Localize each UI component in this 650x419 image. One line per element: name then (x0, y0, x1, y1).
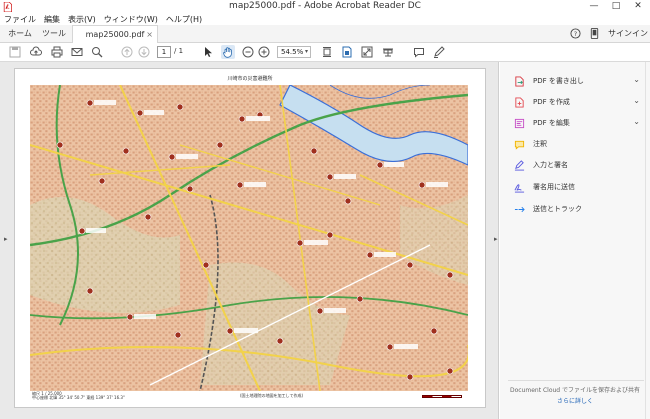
panel-item-label: 注釈 (533, 140, 547, 148)
upload-cloud-button[interactable] (29, 45, 43, 59)
scale-bar (422, 395, 462, 398)
tab-bar: ホーム ツール map25000.pdf × ? サインイン (0, 25, 650, 44)
menu-edit[interactable]: 編集 (40, 13, 64, 25)
chevron-right-icon: ▸ (4, 235, 8, 243)
panel-item-label: 入力と署名 (533, 161, 568, 169)
scroll-mode-icon (323, 47, 331, 57)
tab-document[interactable]: map25000.pdf × (72, 25, 158, 44)
chevron-down-icon: ▾ (304, 48, 308, 55)
map-credit: (国土地理院の地図を加工して作成) (240, 393, 304, 398)
right-scroll-edge (645, 62, 650, 419)
signin-link[interactable]: サインイン (608, 25, 648, 43)
right-panel-toggle-icon[interactable]: ▸ (494, 235, 498, 243)
fit-page-icon (342, 46, 352, 58)
document-cloud-note: Document Cloud でファイルを保存および共有 (509, 387, 641, 394)
fit-page-button[interactable] (340, 45, 354, 59)
map-coordinates-text: 中心座標 北緯 35° 34' 50.7" 東経 139° 37' 16.3" (32, 395, 125, 400)
page-number-input[interactable]: 1 (157, 46, 171, 58)
svg-text:?: ? (574, 30, 577, 38)
search-icon (92, 47, 103, 58)
send-signature-icon (514, 183, 525, 193)
panel-item-label: PDF を編集 (533, 119, 570, 127)
comment-icon (514, 140, 525, 150)
speech-bubble-icon (414, 48, 424, 58)
create-pdf-icon (515, 96, 524, 108)
zoom-level-value: 54.5% (281, 48, 304, 56)
export-pdf-icon (515, 75, 524, 87)
chevron-down-icon[interactable]: ⌄ (633, 117, 640, 126)
sign-button[interactable] (432, 45, 446, 59)
menu-help[interactable]: ヘルプ(H) (162, 13, 206, 25)
save-icon (9, 46, 21, 58)
zoom-in-button[interactable] (257, 45, 271, 59)
pen-icon (434, 46, 445, 58)
panel-item-label: 署名用に送信 (533, 183, 575, 191)
panel-item-label: PDF を書き出し (533, 77, 584, 85)
tab-tools[interactable]: ツール (38, 25, 70, 43)
panel-item-send-track[interactable]: 送信とトラック (514, 202, 644, 216)
tab-close-icon[interactable]: × (146, 26, 153, 43)
search-button[interactable] (90, 45, 104, 59)
cursor-arrow-icon (205, 47, 212, 57)
read-mode-button[interactable] (381, 45, 395, 59)
panel-item-fill-sign[interactable]: 入力と署名 (514, 158, 644, 172)
map-scale-info: 縮尺 1 / 25,000 中心座標 北緯 35° 34' 50.7" 東経 1… (32, 392, 125, 400)
mobile-link-icon[interactable] (590, 28, 599, 39)
page-total: / 1 (174, 47, 184, 55)
zoom-out-button[interactable] (241, 45, 255, 59)
tab-home[interactable]: ホーム (2, 25, 38, 43)
scroll-mode-button[interactable] (320, 45, 334, 59)
edit-pdf-icon (514, 118, 525, 128)
minimize-button[interactable]: — (583, 0, 605, 13)
full-screen-icon (361, 46, 373, 58)
hand-tool-button[interactable] (221, 45, 235, 59)
prev-page-button[interactable] (120, 45, 134, 59)
window-title: map25000.pdf - Adobe Acrobat Reader DC (229, 1, 421, 11)
comment-button[interactable] (412, 45, 426, 59)
map-image (30, 85, 468, 391)
panel-item-send-for-signature[interactable]: 署名用に送信 (514, 180, 644, 194)
select-tool-button[interactable] (201, 45, 215, 59)
mail-icon (71, 48, 83, 56)
learn-more-link[interactable]: さらに詳しく (500, 396, 650, 405)
send-track-icon (514, 206, 525, 212)
title-bar: map25000.pdf - Adobe Acrobat Reader DC —… (0, 0, 650, 13)
panel-item-export-pdf[interactable]: PDF を書き出し ⌄ (514, 74, 644, 88)
full-screen-button[interactable] (360, 45, 374, 59)
menu-window[interactable]: ウィンドウ(W) (100, 13, 162, 25)
main-toolbar: 1 / 1 54.5% ▾ (0, 43, 650, 62)
menu-bar: ファイル 編集 表示(V) ウィンドウ(W) ヘルプ(H) (0, 13, 650, 25)
maximize-button[interactable]: □ (605, 0, 627, 13)
fill-sign-icon (514, 159, 525, 171)
map-footer: 縮尺 1 / 25,000 中心座標 北緯 35° 34' 50.7" 東経 1… (30, 391, 468, 401)
cloud-upload-icon (30, 46, 42, 56)
left-panel-toggle[interactable]: ▸ (0, 62, 12, 419)
chevron-down-icon[interactable]: ⌄ (633, 75, 640, 84)
chevron-down-icon[interactable]: ⌄ (633, 96, 640, 105)
menu-view[interactable]: 表示(V) (64, 13, 100, 25)
arrow-up-circle-icon (121, 46, 133, 58)
email-button[interactable] (70, 45, 84, 59)
minus-circle-icon (242, 46, 254, 58)
panel-item-edit-pdf[interactable]: PDF を編集 ⌄ (514, 116, 644, 130)
hand-icon (223, 47, 232, 58)
menu-file[interactable]: ファイル (0, 13, 40, 25)
panel-item-comment[interactable]: 注釈 (514, 137, 644, 151)
close-button[interactable]: ✕ (627, 0, 649, 13)
save-button[interactable] (8, 45, 22, 59)
help-icon[interactable]: ? (570, 28, 581, 39)
stamp-icon (383, 48, 393, 57)
panel-divider (508, 380, 644, 381)
print-icon (51, 46, 63, 58)
arrow-down-circle-icon (138, 46, 150, 58)
panel-item-label: 送信とトラック (533, 205, 582, 213)
next-page-button[interactable] (137, 45, 151, 59)
tab-document-label: map25000.pdf (85, 30, 145, 39)
panel-item-label: PDF を作成 (533, 98, 570, 106)
plus-circle-icon (258, 46, 270, 58)
zoom-level-select[interactable]: 54.5% ▾ (277, 46, 311, 58)
panel-item-create-pdf[interactable]: PDF を作成 ⌄ (514, 95, 644, 109)
map-title: 川崎市の災害避難所 (227, 76, 273, 82)
print-button[interactable] (50, 45, 64, 59)
